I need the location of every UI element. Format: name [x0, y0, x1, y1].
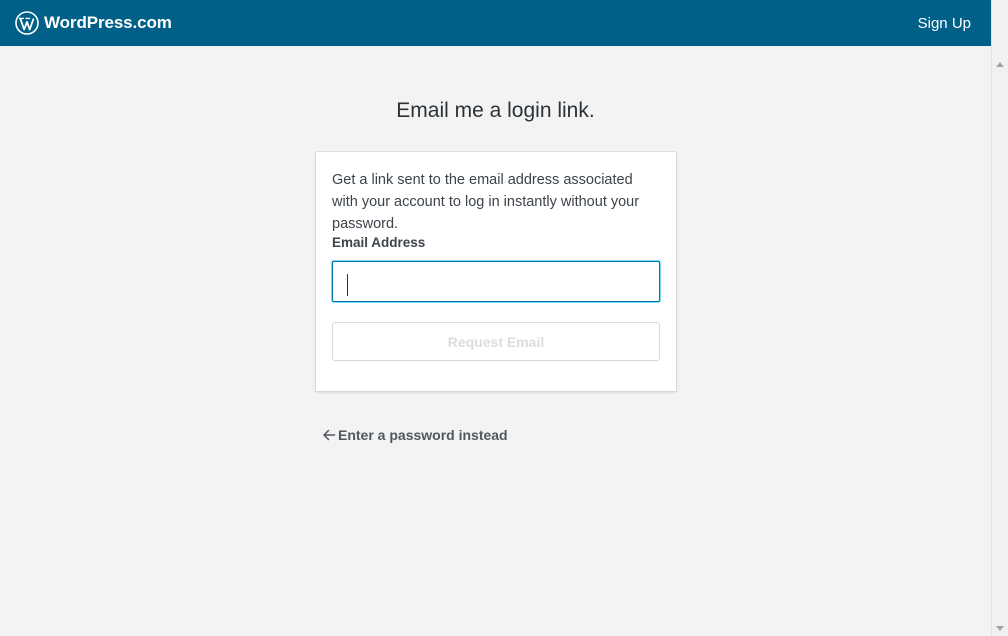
- request-email-button[interactable]: Request Email: [332, 322, 660, 361]
- arrow-left-icon: [323, 429, 336, 441]
- login-main: Email me a login link. Get a link sent t…: [0, 46, 991, 636]
- magic-login-description: Get a link sent to the email address ass…: [332, 172, 640, 232]
- scroll-down-arrow-icon[interactable]: [996, 626, 1004, 631]
- scroll-up-arrow-icon[interactable]: [996, 62, 1004, 67]
- vertical-scrollbar[interactable]: [991, 0, 1008, 636]
- email-field[interactable]: [332, 261, 660, 302]
- email-label: Email Address: [332, 235, 426, 250]
- enter-password-link[interactable]: Enter a password instead: [322, 427, 508, 443]
- wordpress-logo-icon: [15, 11, 39, 35]
- enter-password-label: Enter a password instead: [338, 427, 508, 443]
- wordpress-home-link[interactable]: WordPress.com: [15, 11, 172, 35]
- masterbar: WordPress.com Sign Up: [0, 0, 991, 46]
- sign-up-link[interactable]: Sign Up: [918, 15, 971, 32]
- brand-name: WordPress.com: [44, 13, 172, 32]
- text-cursor: [347, 274, 348, 296]
- page-title: Email me a login link.: [396, 99, 595, 122]
- magic-login-card: Get a link sent to the email address ass…: [316, 152, 676, 391]
